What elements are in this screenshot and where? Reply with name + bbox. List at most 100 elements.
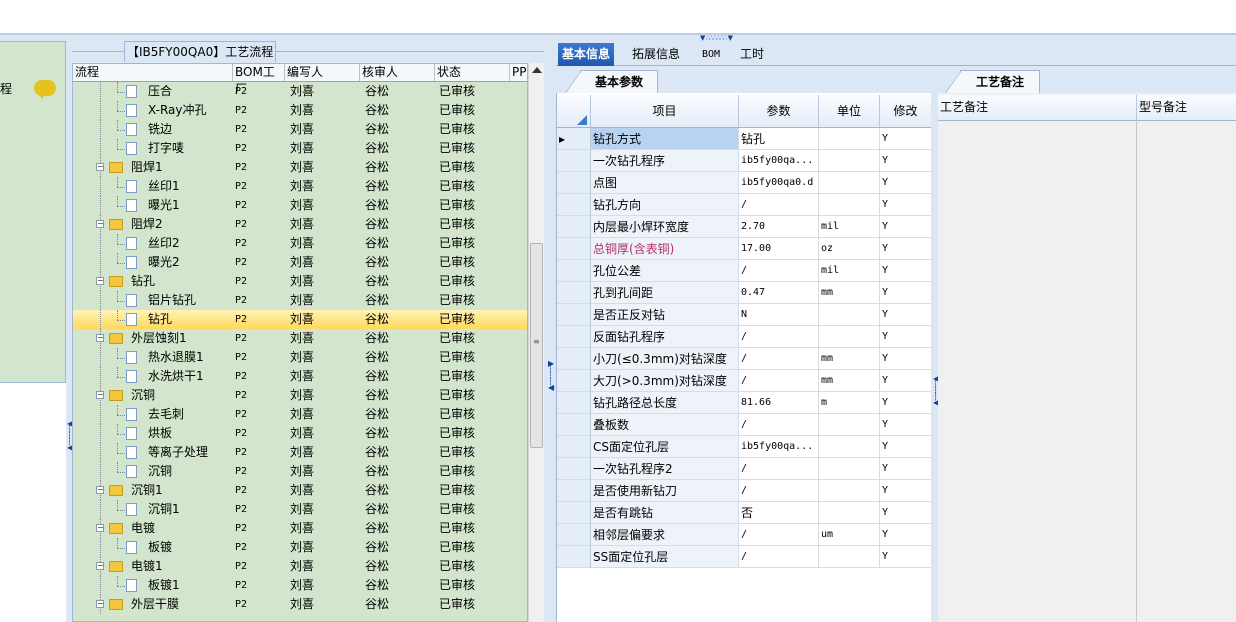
param-row[interactable]: 一次钻孔程序2/ Y (557, 458, 932, 480)
row-indicator[interactable] (557, 238, 591, 260)
row-indicator[interactable] (557, 546, 591, 568)
tree-node-label[interactable]: 热水退膜1 (148, 348, 204, 367)
tree-node-label[interactable]: 板镀1 (148, 576, 180, 595)
tree-node-label[interactable]: 阻焊1 (131, 158, 163, 177)
collapse-toggle-icon[interactable]: − (96, 562, 104, 570)
param-value-cell[interactable]: / (739, 414, 819, 436)
param-row[interactable]: 一次钻孔程序 ib5fy00qa... Y (557, 150, 932, 172)
scroll-up-icon[interactable] (532, 67, 542, 73)
process-tree-grid[interactable]: 流程 BOM工厂 编写人 核审人 状态 PP 压合 P2 刘喜 谷松 已审核 X-Ray冲… (72, 63, 528, 622)
tree-row[interactable]: 压合 P2 刘喜 谷松 已审核 (73, 82, 527, 101)
param-row[interactable]: 是否正反对钻 N Y (557, 304, 932, 326)
param-value-cell[interactable]: / (739, 260, 819, 282)
row-indicator[interactable] (557, 150, 591, 172)
tree-node-label[interactable]: 铝片钻孔 (148, 291, 196, 310)
tree-row[interactable]: − 电镀1 P2 刘喜 谷松 已审核 (73, 557, 527, 576)
collapse-toggle-icon[interactable]: − (96, 524, 104, 532)
tree-node-label[interactable]: 阻焊2 (131, 215, 163, 234)
param-row[interactable]: 相邻层偏要求 / um Y (557, 524, 932, 546)
right-splitter[interactable]: ◀ ┆ ┆ ┆ ◀ (931, 66, 939, 622)
col-header-unit[interactable]: 单位 (819, 95, 880, 127)
row-indicator[interactable] (557, 194, 591, 216)
param-row[interactable]: SS面定位孔层 / Y (557, 546, 932, 568)
param-value-cell[interactable]: / (739, 546, 819, 568)
process-tree-scrollbar[interactable]: ≡ (528, 63, 545, 622)
tree-node-label[interactable]: 外层蚀刻1 (131, 329, 187, 348)
row-indicator[interactable] (557, 370, 591, 392)
param-value-cell[interactable]: ib5fy00qa... (739, 150, 819, 172)
tree-node-label[interactable]: 铣边 (148, 120, 172, 139)
param-row[interactable]: 钻孔方向 / Y (557, 194, 932, 216)
tree-node-label[interactable]: 丝印1 (148, 177, 180, 196)
tab-basic-info[interactable]: 基本信息 (558, 43, 615, 66)
basic-params-grid[interactable]: 项目 参数 单位 修改 ▸ 钻孔方式 钻孔 Y 一次钻孔程序 ib5fy00qa... Y 点… (556, 93, 932, 622)
tree-row[interactable]: 沉铜1 P2 刘喜 谷松 已审核 (73, 500, 527, 519)
tree-row[interactable]: 丝印1 P2 刘喜 谷松 已审核 (73, 177, 527, 196)
tree-row[interactable]: − 沉铜 P2 刘喜 谷松 已审核 (73, 386, 527, 405)
tree-row[interactable]: X-Ray冲孔 P2 刘喜 谷松 已审核 (73, 101, 527, 120)
collapse-toggle-icon[interactable]: − (96, 220, 104, 228)
param-value-cell[interactable]: 81.66 (739, 392, 819, 414)
param-value-cell[interactable]: / (739, 194, 819, 216)
collapse-toggle-icon[interactable]: − (96, 486, 104, 494)
param-value-cell[interactable]: 2.70 (739, 216, 819, 238)
param-row[interactable]: 钻孔路径总长度 81.66 m Y (557, 392, 932, 414)
col-header-bom[interactable]: BOM工厂 (233, 64, 285, 96)
param-value-cell[interactable]: 否 (739, 502, 819, 524)
tab-basic-params[interactable]: 基本参数 (565, 70, 658, 93)
row-indicator[interactable] (557, 260, 591, 282)
tree-row[interactable]: 打字唛 P2 刘喜 谷松 已审核 (73, 139, 527, 158)
tree-row[interactable]: − 阻焊2 P2 刘喜 谷松 已审核 (73, 215, 527, 234)
tree-node-label[interactable]: 烘板 (148, 424, 172, 443)
tree-node-label[interactable]: 钻孔 (148, 310, 172, 329)
current-row-arrow-icon[interactable]: ▸ (557, 128, 591, 150)
col-header-value[interactable]: 参数 (739, 95, 819, 127)
param-row[interactable]: 叠板数 / Y (557, 414, 932, 436)
param-value-cell[interactable]: / (739, 524, 819, 546)
tree-row[interactable]: 热水退膜1 P2 刘喜 谷松 已审核 (73, 348, 527, 367)
tree-node-label[interactable]: 曝光1 (148, 196, 180, 215)
tree-node-label[interactable]: 外层干膜 (131, 595, 179, 614)
row-indicator[interactable] (557, 436, 591, 458)
collapse-toggle-icon[interactable]: − (96, 600, 104, 608)
tree-row[interactable]: − 沉铜1 P2 刘喜 谷松 已审核 (73, 481, 527, 500)
tab-bom[interactable]: BOM (698, 43, 724, 66)
param-value-cell[interactable]: / (739, 370, 819, 392)
param-row[interactable]: 内层最小焊环宽度 2.70 mil Y (557, 216, 932, 238)
tree-node-label[interactable]: 压合 (148, 82, 172, 101)
col-header-reviewer[interactable]: 核审人 (360, 64, 435, 81)
param-row[interactable]: ▸ 钻孔方式 钻孔 Y (557, 128, 932, 150)
param-value-cell[interactable]: / (739, 348, 819, 370)
tree-row[interactable]: 去毛刺 P2 刘喜 谷松 已审核 (73, 405, 527, 424)
col-header-process-note[interactable]: 工艺备注 (938, 95, 1137, 120)
col-header-item[interactable]: 项目 (591, 95, 739, 127)
tree-row[interactable]: 铣边 P2 刘喜 谷松 已审核 (73, 120, 527, 139)
row-indicator[interactable] (557, 304, 591, 326)
scroll-thumb[interactable]: ≡ (530, 243, 543, 448)
param-value-cell[interactable]: 17.00 (739, 238, 819, 260)
col-header-flow[interactable]: 流程 (73, 64, 233, 81)
tree-node-label[interactable]: 曝光2 (148, 253, 180, 272)
tree-row[interactable]: 水洗烘干1 P2 刘喜 谷松 已审核 (73, 367, 527, 386)
row-indicator[interactable] (557, 392, 591, 414)
tree-node-label[interactable]: 电镀 (131, 519, 155, 538)
tree-node-label[interactable]: 沉铜1 (131, 481, 163, 500)
param-value-cell[interactable]: / (739, 458, 819, 480)
tree-node-label[interactable]: 沉铜1 (148, 500, 180, 519)
param-row[interactable]: 孔到孔间距 0.47 mm Y (557, 282, 932, 304)
tree-row[interactable]: 铝片钻孔 P2 刘喜 谷松 已审核 (73, 291, 527, 310)
param-row[interactable]: 是否使用新钻刀 / Y (557, 480, 932, 502)
row-indicator[interactable] (557, 172, 591, 194)
tree-node-label[interactable]: 钻孔 (131, 272, 155, 291)
tree-node-label[interactable]: 丝印2 (148, 234, 180, 253)
tab-work-hours[interactable]: 工时 (736, 43, 768, 66)
tab-process-notes[interactable]: 工艺备注 (945, 70, 1040, 93)
middle-splitter[interactable]: ▶ ┆ ┆ ┆ ◀ (544, 41, 556, 622)
param-value-cell[interactable]: 0.47 (739, 282, 819, 304)
tree-node-label[interactable]: 板镀 (148, 538, 172, 557)
param-row[interactable]: 孔位公差 / mil Y (557, 260, 932, 282)
tree-node-label[interactable]: 水洗烘干1 (148, 367, 204, 386)
tree-row[interactable]: 钻孔 P2 刘喜 谷松 已审核 (73, 310, 527, 329)
row-indicator[interactable] (557, 502, 591, 524)
tree-node-label[interactable]: 等离子处理 (148, 443, 208, 462)
